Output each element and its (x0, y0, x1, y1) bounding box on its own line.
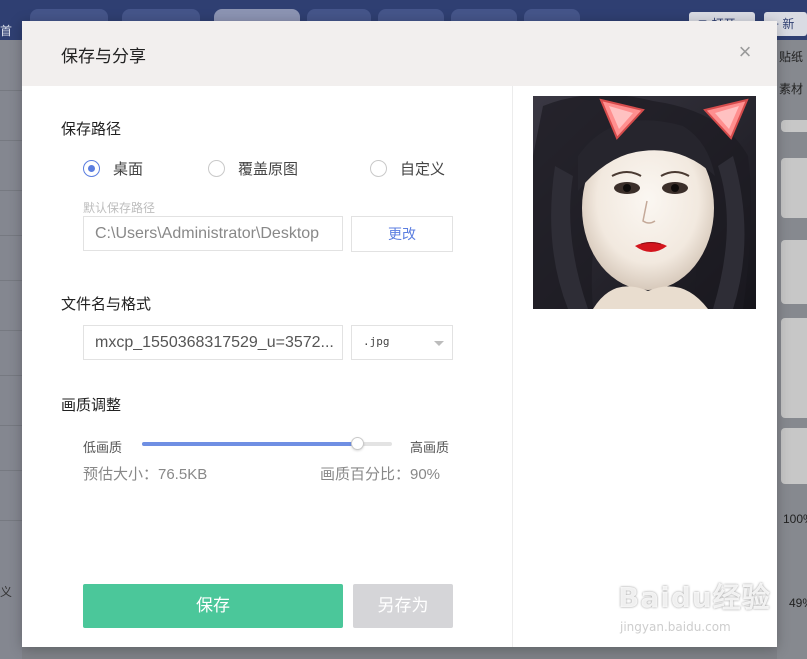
material-tab[interactable]: 素材 (779, 80, 803, 97)
divider (0, 90, 22, 91)
save-button[interactable]: 保存 (83, 584, 343, 628)
format-value: .jpg (363, 335, 390, 348)
divider (0, 425, 22, 426)
divider (0, 280, 22, 281)
divider (0, 375, 22, 376)
watermark-brand: Baidu经验 (618, 581, 771, 614)
divider (0, 235, 22, 236)
quality-slider-handle[interactable] (351, 437, 364, 450)
portrait-photo (533, 96, 756, 309)
save-path-title: 保存路径 (61, 121, 122, 138)
high-quality-label: 高画质 (410, 440, 450, 455)
low-quality-label: 低画质 (83, 440, 123, 455)
preview-image (533, 96, 756, 309)
estimated-size: 预估大小：76.5KB (83, 466, 208, 483)
radio-label: 自定义 (400, 160, 446, 178)
app-bottom-bar (22, 647, 777, 659)
baidu-watermark: Baidu经验 jingyan.baidu.com (618, 576, 771, 634)
dialog-title: 保存与分享 (61, 47, 146, 66)
radio-circle (370, 159, 387, 177)
quality-slider-fill (142, 442, 357, 446)
default-path-label: 默认保存路径 (83, 201, 156, 215)
divider (0, 330, 22, 331)
app-right-panel: 贴纸 素材 100% 49% (777, 40, 807, 659)
chevron-down-icon (434, 341, 444, 346)
sticker-thumb[interactable] (781, 120, 807, 132)
divider (0, 470, 22, 471)
app-left-label: 义 (0, 585, 13, 599)
save-path-input[interactable]: C:\Users\Administrator\Desktop (83, 216, 343, 251)
zoom-value: 100% (783, 512, 807, 526)
zoom-value: 49% (789, 596, 807, 610)
quality-slider[interactable] (142, 437, 392, 450)
divider (512, 86, 513, 647)
sticker-thumb[interactable] (781, 428, 807, 484)
close-icon[interactable]: × (734, 41, 756, 63)
filename-input[interactable]: mxcp_1550368317529_u=3572... (83, 325, 343, 360)
divider (0, 190, 22, 191)
quality-title: 画质调整 (61, 397, 122, 414)
radio-label: 覆盖原图 (238, 160, 299, 178)
sticker-thumb[interactable] (781, 158, 807, 218)
quality-percent: 画质百分比：90% (320, 466, 441, 483)
divider (0, 140, 22, 141)
radio-circle (83, 159, 100, 177)
change-path-button[interactable]: 更改 (351, 216, 453, 252)
new-button-label: 新 (782, 17, 795, 31)
filename-format-title: 文件名与格式 (61, 296, 152, 313)
dialog-header: 保存与分享 × (22, 21, 777, 86)
watermark-url: jingyan.baidu.com (620, 620, 731, 634)
app-left-label: 首 (0, 24, 13, 38)
sticker-thumb[interactable] (781, 318, 807, 418)
radio-label: 桌面 (113, 160, 144, 178)
radio-desktop[interactable]: 桌面 (83, 158, 143, 178)
sticker-thumb[interactable] (781, 240, 807, 304)
app-left-panel: 首 义 (0, 24, 22, 659)
radio-circle (208, 159, 225, 177)
divider (0, 520, 22, 521)
format-select[interactable]: .jpg (351, 325, 453, 360)
radio-overwrite[interactable]: 覆盖原图 (208, 158, 298, 178)
radio-custom[interactable]: 自定义 (370, 158, 445, 178)
sticker-tab[interactable]: 贴纸 (779, 48, 803, 65)
save-share-dialog: 保存与分享 × 保存路径 桌面 覆盖原图 自定义 默认保存路径 C:\Users… (22, 21, 777, 647)
save-as-button[interactable]: 另存为 (353, 584, 453, 628)
